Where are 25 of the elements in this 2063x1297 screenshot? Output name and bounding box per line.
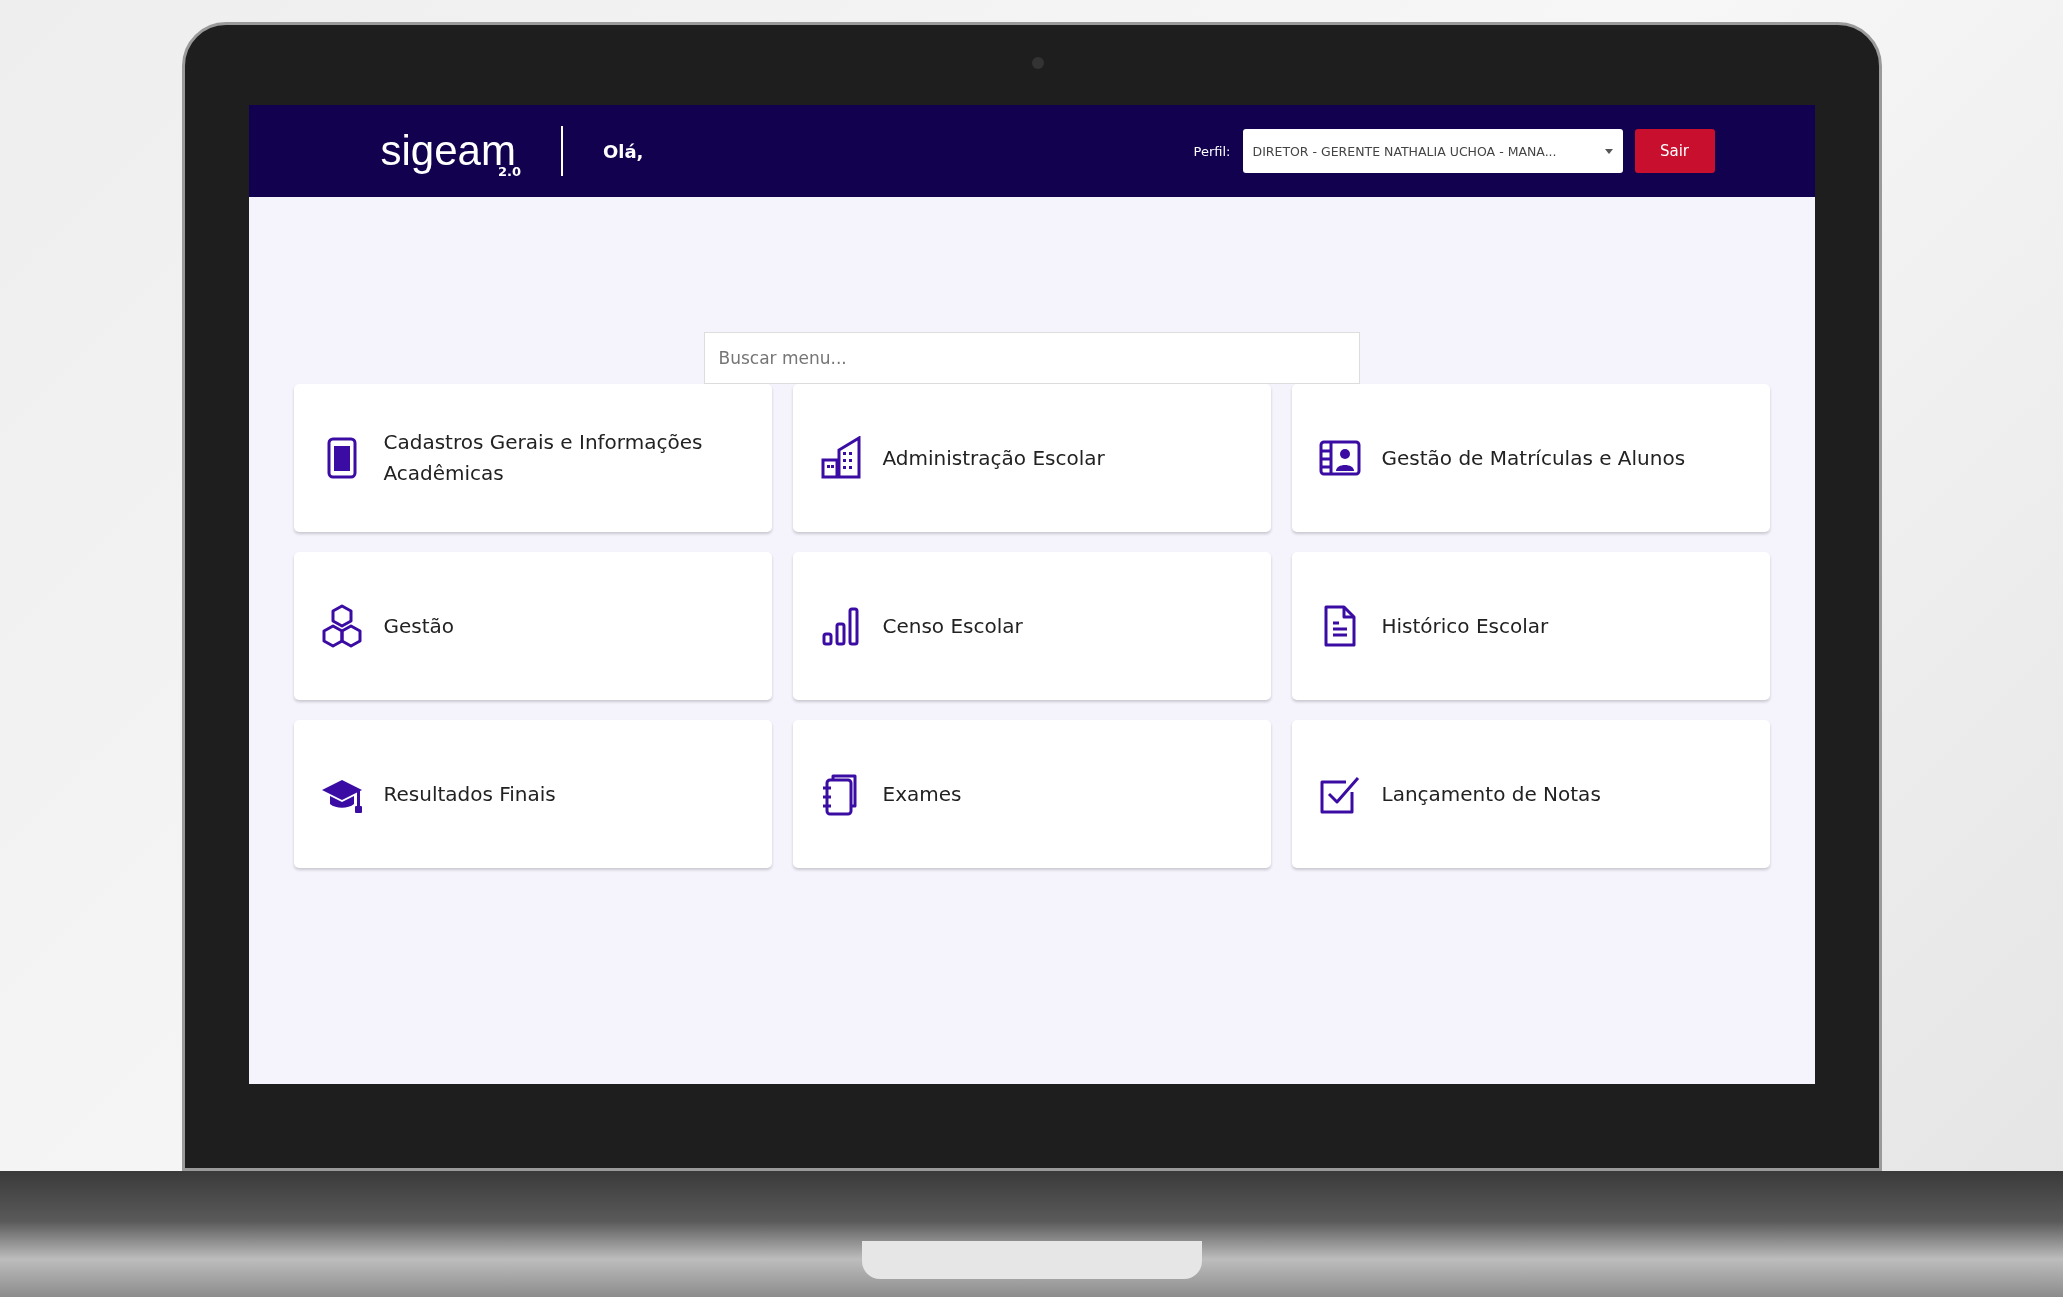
search-field[interactable]: Buscar menu... xyxy=(703,332,1360,384)
logo: sigeam2.0 xyxy=(380,127,521,175)
profile-select[interactable]: DIRETOR - GERENTE NATHALIA UCHOA - MANA... xyxy=(1242,129,1623,173)
menu-card[interactable]: Exames xyxy=(792,720,1271,868)
menu-card[interactable]: Administração Escolar xyxy=(792,384,1271,532)
card-title: Gestão xyxy=(383,612,455,640)
profile-label: Perfil: xyxy=(1193,143,1231,159)
menu-card[interactable]: Cadastros Gerais e Informações Acadêmicas xyxy=(293,384,772,532)
card-title: Cadastros Gerais e Informações Acadêmicas xyxy=(383,429,704,487)
menu-card[interactable]: Lançamento de Notas xyxy=(1291,720,1770,868)
logout-button[interactable]: Sair xyxy=(1634,129,1715,173)
card-title: Lançamento de Notas xyxy=(1381,780,1601,808)
caret-icon xyxy=(1604,148,1613,154)
card-title: Histórico Escolar xyxy=(1381,612,1549,640)
menu-card[interactable]: Histórico Escolar xyxy=(1291,552,1770,700)
card-title: Resultados Finais xyxy=(383,780,556,808)
card-title: Exames xyxy=(882,780,962,808)
card-title: Administração Escolar xyxy=(882,444,1105,472)
menu-card[interactable]: Resultados Finais xyxy=(293,720,772,868)
card-title: Gestão de Matrículas e Alunos xyxy=(1381,444,1686,472)
menu-card[interactable]: Censo Escolar xyxy=(792,552,1271,700)
menu-card[interactable]: Gestão xyxy=(293,552,772,700)
greeting-text: Olá, xyxy=(602,140,644,162)
menu-card[interactable]: Gestão de Matrículas e Alunos xyxy=(1291,384,1770,532)
card-title: Censo Escolar xyxy=(882,612,1023,640)
